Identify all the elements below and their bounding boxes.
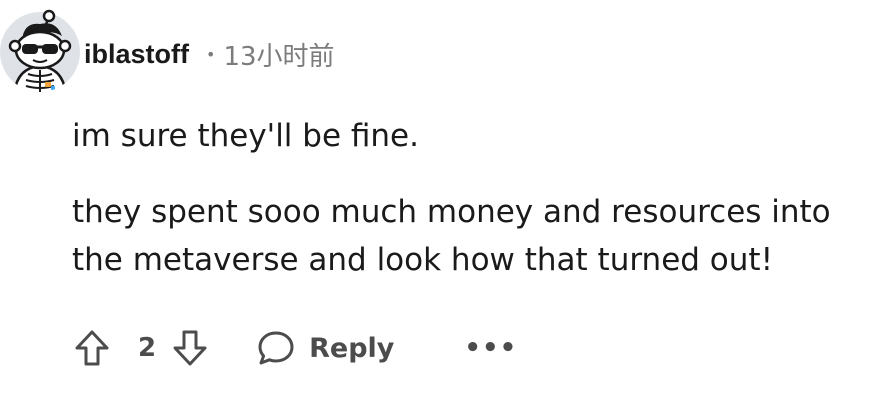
downvote-button[interactable] bbox=[168, 326, 212, 370]
comment-paragraph: they spent sooo much money and resources… bbox=[72, 194, 831, 278]
avatar[interactable] bbox=[0, 6, 82, 94]
comment: iblastoff • 13小时前 im sure they'll be fin… bbox=[0, 0, 892, 400]
downvote-arrow-icon bbox=[173, 330, 207, 366]
meta-separator: • bbox=[206, 44, 216, 64]
comment-action-bar: 2 Reply ••• bbox=[70, 324, 517, 372]
snoo-avatar-sunglasses-icon bbox=[0, 9, 80, 92]
author-username[interactable]: iblastoff bbox=[84, 39, 189, 70]
speech-bubble-icon bbox=[258, 331, 294, 365]
comment-timestamp[interactable]: 13小时前 bbox=[223, 36, 334, 73]
comment-header: iblastoff • 13小时前 bbox=[84, 34, 335, 74]
reply-button[interactable]: Reply bbox=[257, 329, 394, 367]
reply-label: Reply bbox=[309, 332, 395, 364]
upvote-button[interactable] bbox=[70, 326, 114, 370]
more-options-button[interactable]: ••• bbox=[464, 335, 517, 361]
comment-body: im sure they'll be fine. they spent sooo… bbox=[72, 112, 872, 312]
comment-paragraph: im sure they'll be fine. bbox=[72, 118, 419, 154]
upvote-arrow-icon bbox=[75, 330, 109, 366]
vote-score: 2 bbox=[138, 333, 157, 363]
